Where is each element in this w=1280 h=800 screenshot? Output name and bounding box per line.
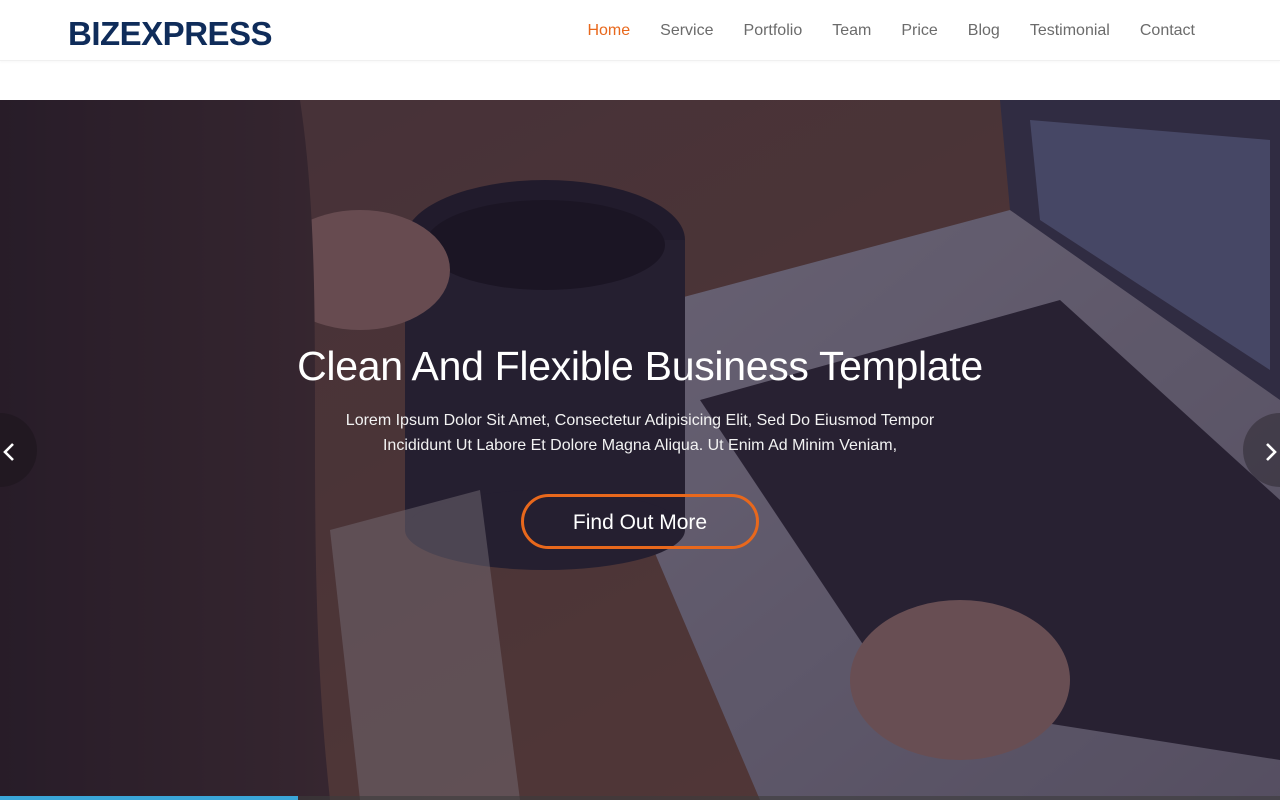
nav-link-home[interactable]: Home [587, 22, 630, 39]
chevron-left-icon [3, 443, 14, 462]
hero-slider: Clean And Flexible Business Template Lor… [0, 100, 1280, 800]
page: BIZEXPRESS Home Service Portfolio Team P… [0, 0, 1280, 800]
nav-link-testimonial[interactable]: Testimonial [1030, 22, 1110, 39]
nav-link-team[interactable]: Team [832, 22, 871, 39]
hero-content: Clean And Flexible Business Template Lor… [0, 336, 1280, 549]
header-spacer [0, 61, 1280, 100]
hero-description: Lorem Ipsum Dolor Sit Amet, Consectetur … [345, 412, 935, 454]
chevron-right-icon [1266, 443, 1277, 462]
nav-item-blog: Blog [968, 22, 1000, 40]
nav-link-portfolio[interactable]: Portfolio [744, 22, 803, 39]
nav-item-portfolio: Portfolio [744, 22, 803, 40]
find-out-more-button[interactable]: Find Out More [521, 494, 759, 549]
nav-item-price: Price [901, 22, 937, 40]
navbar: BIZEXPRESS Home Service Portfolio Team P… [0, 0, 1280, 61]
brand-logo[interactable]: BIZEXPRESS [68, 14, 273, 54]
slide-progress-track [0, 796, 1280, 800]
nav-item-testimonial: Testimonial [1030, 22, 1110, 40]
nav-item-contact: Contact [1140, 22, 1195, 40]
hero-title: Clean And Flexible Business Template [297, 343, 983, 389]
nav-item-service: Service [660, 22, 713, 40]
nav-link-blog[interactable]: Blog [968, 22, 1000, 39]
main-nav: Home Service Portfolio Team Price Blog T… [587, 0, 1195, 61]
nav-link-price[interactable]: Price [901, 22, 937, 39]
nav-link-contact[interactable]: Contact [1140, 22, 1195, 39]
nav-item-home: Home [587, 22, 630, 40]
slide-progress-bar [0, 796, 299, 800]
nav-link-service[interactable]: Service [660, 22, 713, 39]
nav-item-team: Team [832, 22, 871, 40]
